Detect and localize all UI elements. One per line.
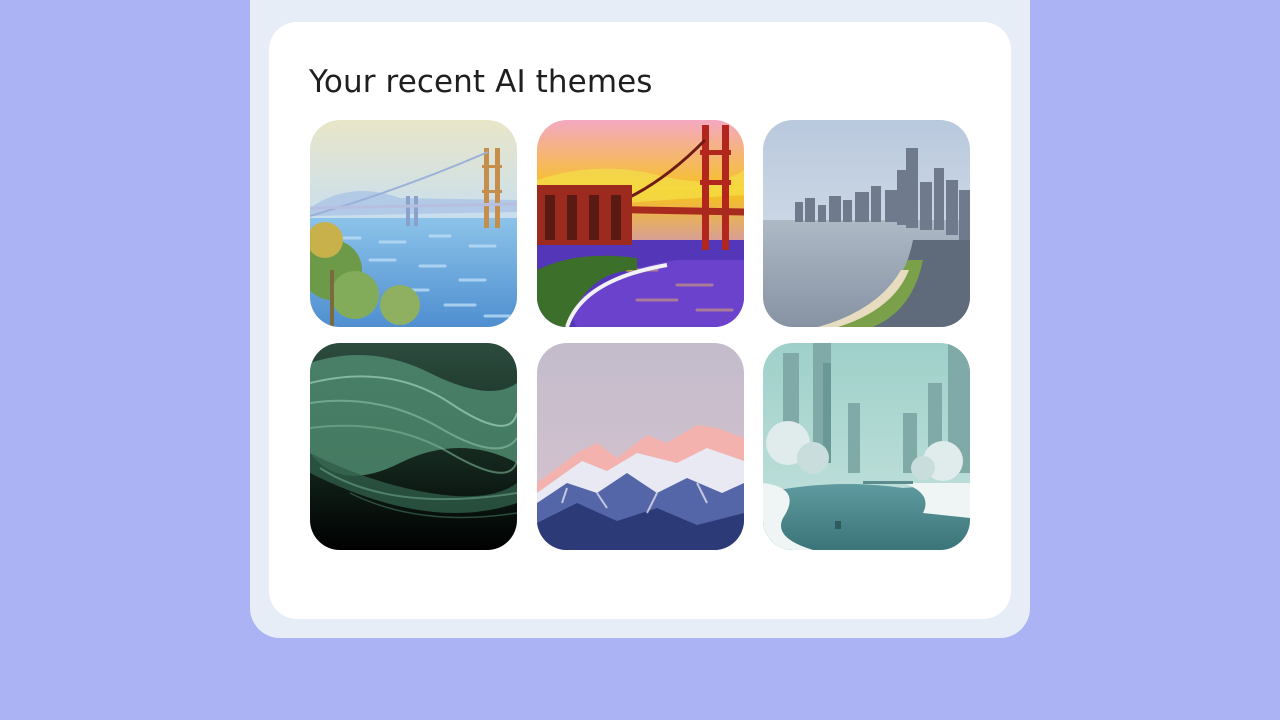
theme-image-frozen-city-park (763, 343, 970, 550)
theme-thumbnail-lakeside-skyline[interactable] (763, 120, 970, 327)
theme-thumbnail-impressionist-bridge[interactable] (310, 120, 517, 327)
themes-grid (310, 120, 970, 550)
theme-image-lakeside-skyline (763, 120, 970, 327)
theme-image-impressionist-bridge (310, 120, 517, 327)
theme-thumbnail-frozen-city-park[interactable] (763, 343, 970, 550)
recent-themes-panel: Your recent AI themes (269, 22, 1011, 619)
theme-image-vivid-golden-gate (536, 120, 744, 327)
theme-thumbnail-green-silk-waves[interactable] (310, 343, 517, 550)
device-frame: Your recent AI themes (250, 0, 1030, 638)
theme-image-alpenglow-mountains (536, 343, 744, 550)
theme-image-green-silk-waves (310, 343, 517, 550)
panel-title: Your recent AI themes (309, 64, 653, 100)
theme-thumbnail-alpenglow-mountains[interactable] (536, 343, 744, 550)
theme-thumbnail-vivid-golden-gate[interactable] (536, 120, 744, 327)
